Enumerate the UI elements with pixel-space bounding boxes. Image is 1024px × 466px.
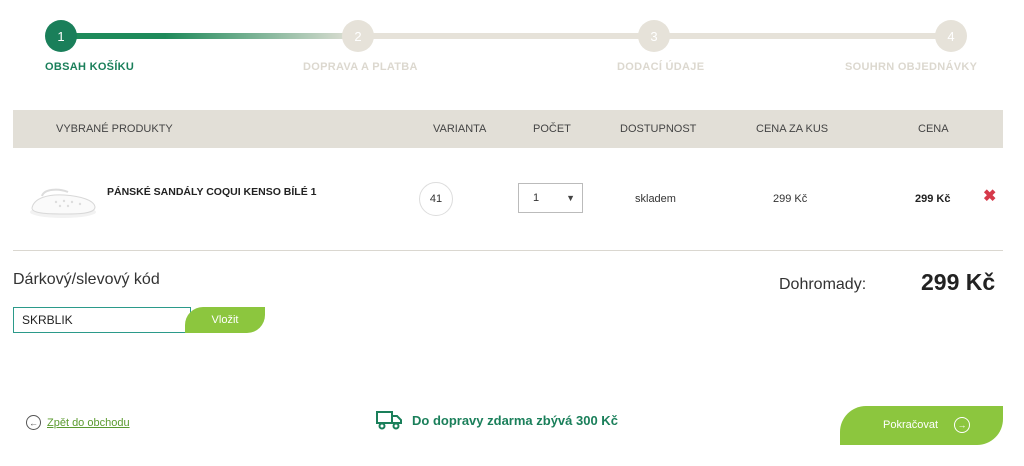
row-price: 299 Kč <box>915 193 951 205</box>
quantity-value: 1 <box>533 192 540 204</box>
continue-button[interactable]: Pokračovat → <box>840 406 1003 445</box>
unit-price: 299 Kč <box>773 193 808 205</box>
quantity-select[interactable]: 1 ▼ <box>518 183 583 213</box>
apply-code-button[interactable]: Vložit <box>185 307 265 333</box>
header-availability: DOSTUPNOST <box>620 123 697 135</box>
header-price: CENA <box>918 123 949 135</box>
availability-text: skladem <box>635 193 676 205</box>
header-variant: VARIANTA <box>433 123 487 135</box>
chevron-down-icon: ▼ <box>566 193 575 203</box>
discount-code-input[interactable] <box>13 307 191 333</box>
step-2-label: DOPRAVA A PLATBA <box>303 61 418 73</box>
arrow-left-icon: ← <box>26 415 41 430</box>
discount-title: Dárkový/slevový kód <box>13 271 160 288</box>
product-image[interactable] <box>28 184 98 220</box>
step-4-label: SOUHRN OBJEDNÁVKY <box>845 61 978 73</box>
back-link[interactable]: Zpět do obchodu <box>47 417 130 429</box>
step-4-circle[interactable]: 4 <box>935 20 967 52</box>
back-to-shop[interactable]: ← Zpět do obchodu <box>26 415 130 430</box>
step-2-circle[interactable]: 2 <box>342 20 374 52</box>
cart-table-header: VYBRANÉ PRODUKTY VARIANTA POČET DOSTUPNO… <box>13 110 1003 148</box>
step-1-circle[interactable]: 1 <box>45 20 77 52</box>
header-unit-price: CENA ZA KUS <box>756 123 829 135</box>
stepper-progress <box>60 33 360 39</box>
total-label: Dohromady: <box>779 276 867 293</box>
continue-label: Pokračovat <box>883 419 939 431</box>
close-icon[interactable]: ✖ <box>983 186 996 206</box>
step-3-label: DODACÍ ÚDAJE <box>617 61 705 73</box>
product-name[interactable]: PÁNSKÉ SANDÁLY COQUI KENSO BÍLÉ 1 <box>107 186 316 198</box>
total-value: 299 Kč <box>921 269 996 295</box>
variant-badge: 41 <box>419 182 453 216</box>
shipping-text: Do dopravy zdarma zbývá 300 Kč <box>412 412 618 428</box>
checkout-stepper: 1 2 3 4 OBSAH KOŠÍKU DOPRAVA A PLATBA DO… <box>0 0 1024 90</box>
free-shipping-notice: Do dopravy zdarma zbývá 300 Kč <box>376 410 618 430</box>
step-3-circle[interactable]: 3 <box>638 20 670 52</box>
truck-icon <box>376 411 402 430</box>
header-quantity: POČET <box>533 123 571 135</box>
step-1-label: OBSAH KOŠÍKU <box>45 61 135 73</box>
header-products: VYBRANÉ PRODUKTY <box>56 123 173 135</box>
cart-row: PÁNSKÉ SANDÁLY COQUI KENSO BÍLÉ 1 41 1 ▼… <box>13 148 1003 251</box>
arrow-right-icon: → <box>954 417 970 433</box>
